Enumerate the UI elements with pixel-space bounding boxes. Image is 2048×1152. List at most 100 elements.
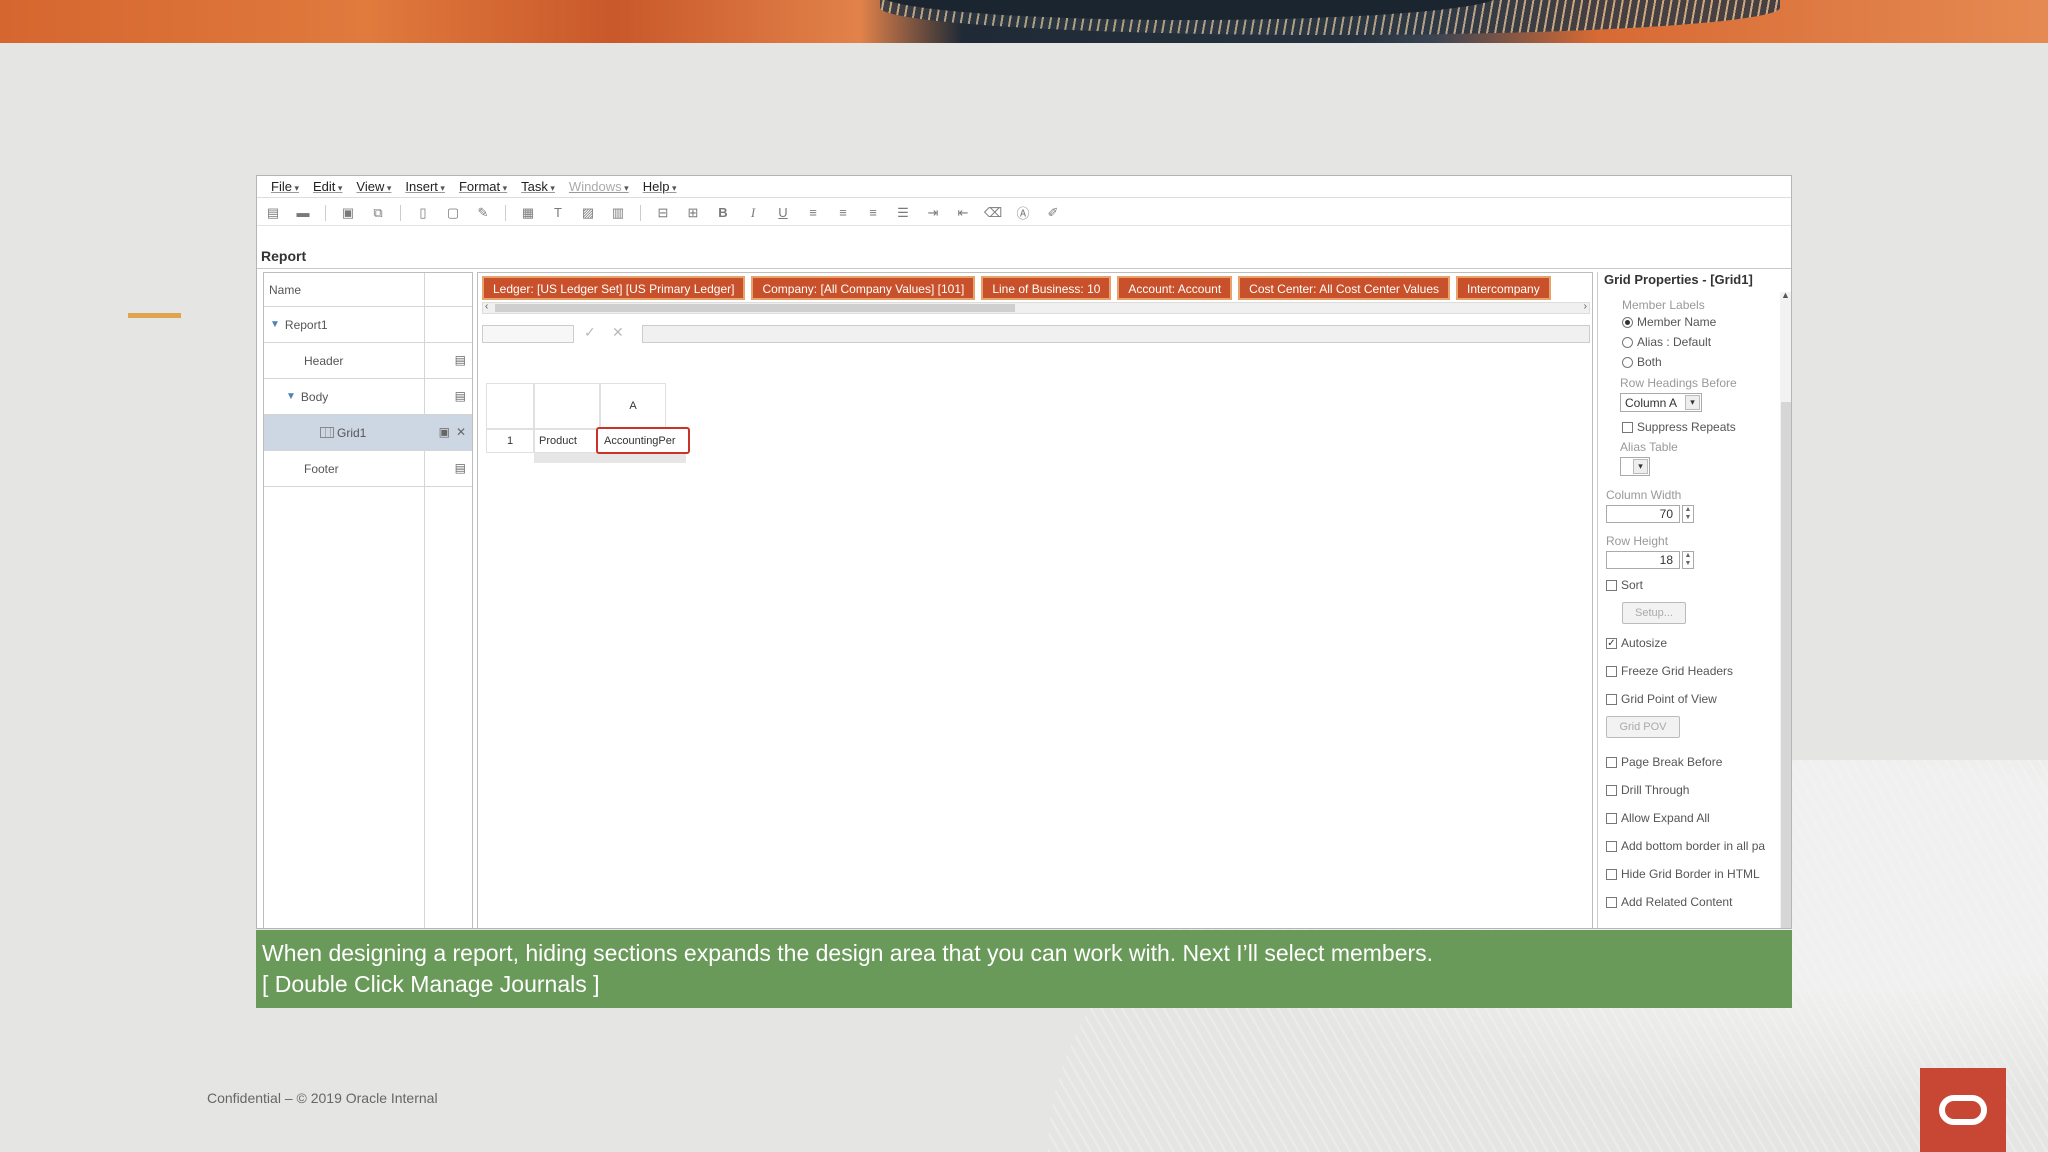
hide-section-icon[interactable]: ▤ [455, 389, 466, 403]
alias-table-select[interactable]: ▾ [1620, 457, 1650, 476]
hide-section-icon[interactable]: ▤ [455, 353, 466, 367]
open-folder-icon[interactable]: ▬ [295, 205, 311, 221]
menu-file[interactable]: File [271, 179, 299, 194]
both-label: Both [1637, 355, 1662, 369]
menu-bar: File Edit View Insert Format Task Window… [257, 176, 1791, 198]
grid-corner-cell[interactable] [486, 383, 534, 429]
tree-item-report1[interactable]: ▼ Report1 [264, 307, 472, 343]
justify-icon[interactable]: ☰ [895, 205, 911, 221]
format-painter-icon[interactable]: ✐ [1045, 205, 1061, 221]
row-number-1[interactable]: 1 [486, 429, 534, 453]
pov-line-of-business[interactable]: Line of Business: 10 [981, 276, 1112, 300]
scroll-thumb[interactable] [495, 304, 1015, 312]
tree-header: Name [264, 273, 472, 307]
underline-icon[interactable]: U [775, 205, 791, 221]
row-heading-product[interactable]: Product [534, 429, 600, 453]
insert-chart-icon[interactable]: ▥ [610, 205, 626, 221]
sort-checkbox[interactable] [1606, 579, 1617, 591]
member-name-label: Member Name [1637, 315, 1717, 329]
horizontal-scrollbar[interactable]: ‹ › [482, 301, 1590, 314]
hide-section-icon[interactable]: ▤ [455, 461, 466, 475]
setup-button[interactable]: Setup... [1622, 602, 1686, 624]
check-icon[interactable]: ✓ [584, 324, 596, 341]
autosize-checkbox[interactable]: ✓ [1606, 637, 1617, 649]
formula-input[interactable] [642, 325, 1590, 343]
pov-intercompany[interactable]: Intercompany [1456, 276, 1551, 300]
align-left-icon[interactable]: ≡ [805, 205, 821, 221]
print-preview-icon[interactable]: ▯ [415, 205, 431, 221]
add-bottom-border-checkbox[interactable] [1606, 840, 1617, 852]
column-width-input[interactable]: 70 [1606, 505, 1680, 523]
pov-ledger[interactable]: Ledger: [US Ledger Set] [US Primary Ledg… [482, 276, 746, 300]
menu-edit[interactable]: Edit [313, 179, 342, 194]
grid-point-of-view-checkbox[interactable] [1606, 693, 1617, 705]
menu-insert[interactable]: Insert [405, 179, 445, 194]
tree-item-header[interactable]: Header ▤ [264, 343, 472, 379]
delete-icon[interactable]: ✕ [456, 425, 466, 439]
divider [257, 268, 1791, 269]
clear-format-icon[interactable]: ⌫ [984, 205, 1002, 221]
export-icon[interactable]: ▢ [445, 205, 461, 221]
hide-grid-border-checkbox[interactable] [1606, 868, 1617, 880]
pov-account[interactable]: Account: Account [1117, 276, 1233, 300]
chevron-down-icon[interactable]: ▾ [1685, 395, 1700, 410]
scroll-thumb[interactable] [1781, 402, 1791, 928]
scroll-up-icon[interactable]: ▲ [1781, 290, 1790, 300]
freeze-grid-headers-checkbox[interactable] [1606, 665, 1617, 677]
edit-icon[interactable]: ✎ [475, 205, 491, 221]
cancel-x-icon[interactable]: ✕ [612, 324, 624, 341]
save-icon[interactable]: ▣ [340, 205, 356, 221]
both-radio[interactable] [1622, 356, 1633, 368]
save-object-icon[interactable]: ▣ [439, 425, 450, 439]
row-height-input[interactable]: 18 [1606, 551, 1680, 569]
suppress-repeats-checkbox[interactable] [1622, 421, 1633, 433]
pov-cost-center[interactable]: Cost Center: All Cost Center Values [1238, 276, 1451, 300]
menu-help[interactable]: Help [643, 179, 677, 194]
member-name-radio[interactable] [1622, 316, 1633, 328]
indent-icon[interactable]: ⇥ [925, 205, 941, 221]
scroll-left-icon[interactable]: ‹ [485, 301, 488, 312]
allow-expand-all-checkbox[interactable] [1606, 812, 1617, 824]
menu-task[interactable]: Task [521, 179, 555, 194]
properties-scrollbar[interactable]: ▲ [1780, 290, 1791, 928]
scroll-right-icon[interactable]: › [1584, 301, 1587, 312]
italic-icon[interactable]: I [745, 205, 761, 221]
align-right-icon[interactable]: ≡ [865, 205, 881, 221]
split-icon[interactable]: ⊞ [685, 205, 701, 221]
tree-item-label: Report1 [284, 317, 328, 332]
grid-pov-button[interactable]: Grid POV [1606, 716, 1680, 738]
align-center-icon[interactable]: ≡ [835, 205, 851, 221]
grid1-canvas: A 1 Product AccountingPer [486, 383, 690, 477]
menu-format[interactable]: Format [459, 179, 507, 194]
pov-bar: Ledger: [US Ledger Set] [US Primary Ledg… [482, 276, 1551, 300]
member-labels-label: Member Labels [1622, 298, 1705, 312]
insert-grid-icon[interactable]: ▦ [520, 205, 536, 221]
expand-triangle-icon[interactable]: ▼ [270, 319, 280, 330]
outdent-icon[interactable]: ⇤ [955, 205, 971, 221]
insert-image-icon[interactable]: ▨ [580, 205, 596, 221]
pov-company[interactable]: Company: [All Company Values] [101] [751, 276, 976, 300]
expand-triangle-icon[interactable]: ▼ [286, 391, 296, 402]
selected-cell-accountingperiod[interactable]: AccountingPer [596, 427, 690, 454]
grid-row-header-col[interactable] [534, 383, 600, 429]
column-header-a[interactable]: A [600, 383, 666, 429]
insert-text-icon[interactable]: T [550, 205, 566, 221]
tree-item-grid1[interactable]: Grid1 ▣ ✕ [264, 415, 472, 451]
cell-reference-field[interactable] [482, 325, 574, 343]
menu-view[interactable]: View [356, 179, 391, 194]
new-report-icon[interactable]: ▤ [265, 205, 281, 221]
add-related-content-checkbox[interactable] [1606, 896, 1617, 908]
font-icon[interactable]: Ⓐ [1015, 205, 1031, 221]
bold-icon[interactable]: B [715, 205, 731, 221]
page-break-before-checkbox[interactable] [1606, 756, 1617, 768]
row-height-stepper[interactable]: ▲ ▼ [1682, 551, 1694, 569]
chevron-down-icon[interactable]: ▾ [1633, 459, 1648, 474]
column-width-stepper[interactable]: ▲ ▼ [1682, 505, 1694, 523]
row-headings-before-select[interactable]: Column A ▾ [1620, 393, 1702, 412]
alias-default-radio[interactable] [1622, 336, 1633, 348]
tree-item-body[interactable]: ▼ Body ▤ [264, 379, 472, 415]
save-as-icon[interactable]: ⧉ [370, 205, 386, 221]
drill-through-checkbox[interactable] [1606, 784, 1617, 796]
merge-icon[interactable]: ⊟ [655, 205, 671, 221]
tree-item-footer[interactable]: Footer ▤ [264, 451, 472, 487]
